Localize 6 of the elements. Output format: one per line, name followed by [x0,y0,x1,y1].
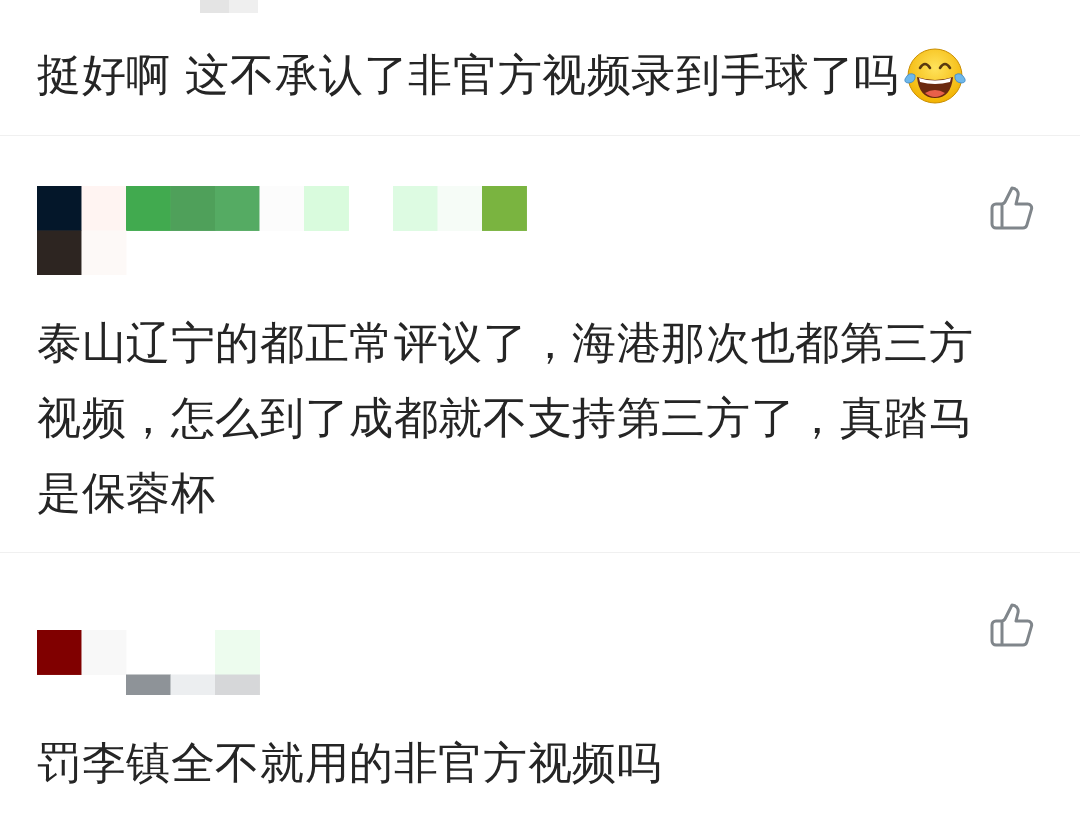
comment-text: 泰山辽宁的都正常评议了，海港那次也都第三方视频，怎么到了成都就不支持第三方了，真踏马是保蓉杯 [37,317,974,518]
comment-text: 罚李镇全不就用的非官方视频吗 [37,736,662,788]
pixelated-mosaic [200,0,258,13]
thumbs-up-icon[interactable] [990,186,1034,230]
comment-text: 挺好啊 这不承认了非官方视频录到手球了吗 [37,49,899,100]
thumbs-up-icon[interactable] [990,603,1034,647]
